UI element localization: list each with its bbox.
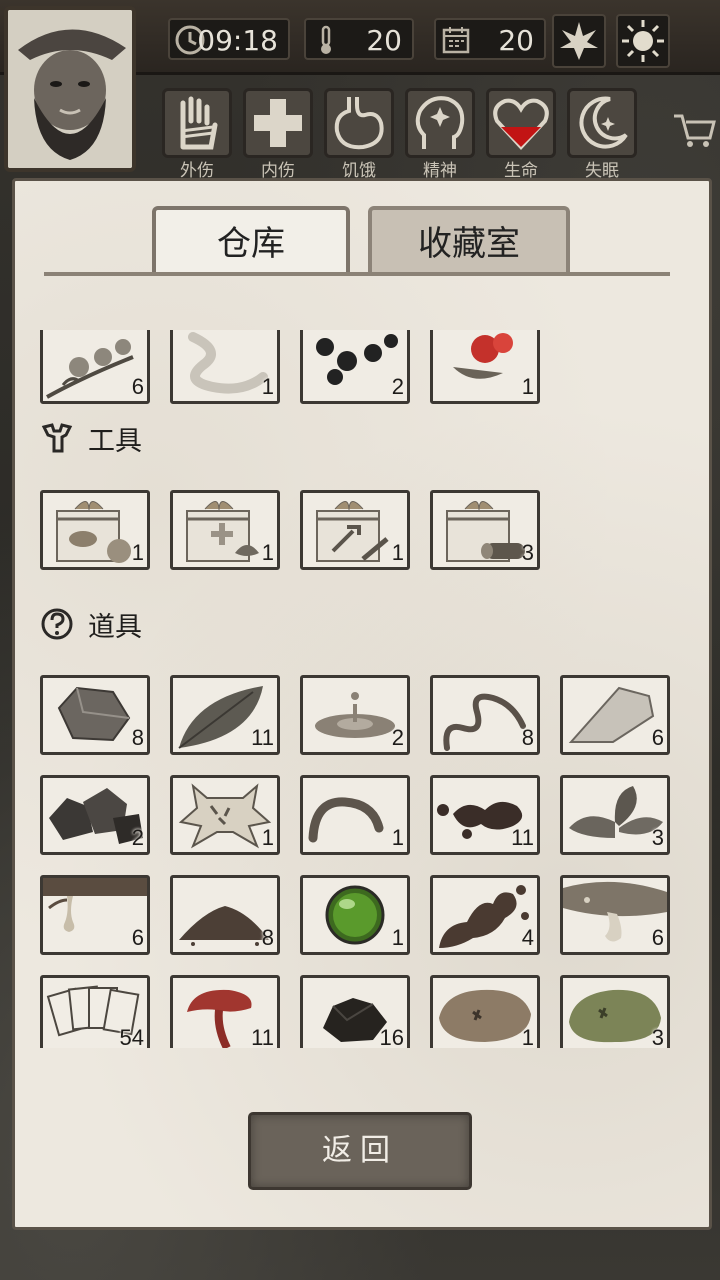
moon-star-icon: [579, 96, 628, 149]
calendar-icon: [442, 27, 470, 54]
tab-warehouse[interactable]: 仓库: [152, 206, 350, 276]
item-quantity: 1: [261, 540, 274, 565]
inventory-slot[interactable]: 6: [40, 330, 150, 404]
condition-life[interactable]: [486, 88, 556, 158]
inventory-slot[interactable]: 1: [430, 975, 540, 1048]
item-quantity: 1: [391, 825, 404, 850]
tab-divider: [44, 272, 670, 276]
item-quantity: 1: [521, 1025, 534, 1048]
item-quantity: 11: [251, 725, 274, 750]
inventory-slot[interactable]: 1: [300, 775, 410, 855]
item-quantity: 1: [521, 374, 534, 399]
time-display: 09:18: [168, 18, 290, 60]
tab-collection[interactable]: 收藏室: [368, 206, 570, 276]
condition-internal-injury[interactable]: [243, 88, 313, 158]
item-quantity: 11: [251, 1025, 274, 1048]
item-quantity: 1: [131, 540, 144, 565]
inventory-slot[interactable]: 3: [430, 490, 540, 570]
inventory-slot[interactable]: 1: [430, 330, 540, 404]
weather-indicator[interactable]: [616, 14, 670, 68]
season-indicator[interactable]: [552, 14, 606, 68]
item-quantity: 3: [521, 540, 534, 565]
inventory-slot[interactable]: 4: [430, 875, 540, 955]
section-tools: 工具: [40, 418, 142, 458]
temperature-value: 20: [366, 24, 402, 57]
item-quantity: 6: [131, 374, 144, 399]
inventory-slot[interactable]: 6: [560, 675, 670, 755]
avatar: [8, 10, 132, 168]
inventory-slot[interactable]: 1: [170, 775, 280, 855]
inventory-slot[interactable]: 1: [300, 490, 410, 570]
inventory-slot[interactable]: 3: [560, 775, 670, 855]
inventory-slot[interactable]: 1: [170, 330, 280, 404]
back-button[interactable]: 返回: [248, 1112, 472, 1190]
condition-external-injury[interactable]: [162, 88, 232, 158]
inventory-slot[interactable]: 2: [300, 330, 410, 404]
leaf-icon: [560, 22, 598, 60]
inventory-slot[interactable]: 54: [40, 975, 150, 1048]
shop-cart-icon[interactable]: [672, 110, 716, 150]
day-display: 20: [434, 18, 546, 60]
item-quantity: 8: [521, 725, 534, 750]
item-quantity: 6: [651, 925, 664, 950]
item-quantity: 11: [511, 825, 534, 850]
item-quantity: 1: [261, 374, 274, 399]
inventory-slot[interactable]: 1: [40, 490, 150, 570]
inventory-slot[interactable]: 8: [170, 875, 280, 955]
item-quantity: 54: [119, 1025, 144, 1048]
head-sparkle-icon: [415, 96, 465, 149]
condition-hunger[interactable]: [324, 88, 394, 158]
question-circle-icon: [41, 608, 73, 640]
section-title: 工具: [88, 425, 142, 457]
inventory-slot[interactable]: 8: [40, 675, 150, 755]
item-quantity: 16: [379, 1025, 404, 1048]
stomach-icon: [334, 97, 384, 150]
day-value: 20: [498, 24, 534, 57]
inventory-slot[interactable]: 6: [560, 875, 670, 955]
inventory-slot[interactable]: 6: [40, 875, 150, 955]
item-quantity: 3: [651, 825, 664, 850]
section-title: 道具: [88, 611, 142, 643]
inventory-slot[interactable]: 11: [430, 775, 540, 855]
condition-spirit[interactable]: [405, 88, 475, 158]
temperature-display: 20: [304, 18, 414, 60]
inventory-slot[interactable]: 16: [300, 975, 410, 1048]
hand-bandage-icon: [180, 96, 218, 150]
inventory-slot[interactable]: 11: [170, 675, 280, 755]
character-portrait[interactable]: [4, 6, 136, 172]
item-quantity: 1: [261, 825, 274, 850]
item-quantity: 2: [391, 374, 404, 399]
item-quantity: 6: [131, 925, 144, 950]
inventory-slot[interactable]: 1: [300, 875, 410, 955]
inventory-slot[interactable]: 8: [430, 675, 540, 755]
inventory-slot[interactable]: 2: [300, 675, 410, 755]
item-quantity: 6: [651, 725, 664, 750]
inventory-scroll-area[interactable]: 6 1 2 1 工具 1 1 1 3 道具 8 11 2 8 6 2 1 1 1…: [12, 330, 712, 1048]
inventory-slot[interactable]: 2: [40, 775, 150, 855]
medical-cross-icon: [254, 99, 302, 147]
inventory-slot[interactable]: 1: [170, 490, 280, 570]
thermometer-icon: [321, 25, 331, 54]
item-quantity: 8: [131, 725, 144, 750]
inventory-slot[interactable]: 3: [560, 975, 670, 1048]
item-quantity: 1: [391, 925, 404, 950]
time-value: 09:18: [197, 24, 278, 57]
item-quantity: 2: [131, 825, 144, 850]
item-quantity: 4: [521, 925, 534, 950]
heart-icon: [493, 98, 549, 150]
condition-insomnia[interactable]: [567, 88, 637, 158]
item-quantity: 3: [651, 1025, 664, 1048]
item-quantity: 2: [391, 725, 404, 750]
section-props: 道具: [40, 604, 142, 644]
sun-icon: [622, 20, 664, 62]
item-quantity: 8: [261, 925, 274, 950]
inventory-slot[interactable]: 11: [170, 975, 280, 1048]
wrench-icon: [41, 423, 73, 453]
item-quantity: 1: [391, 540, 404, 565]
